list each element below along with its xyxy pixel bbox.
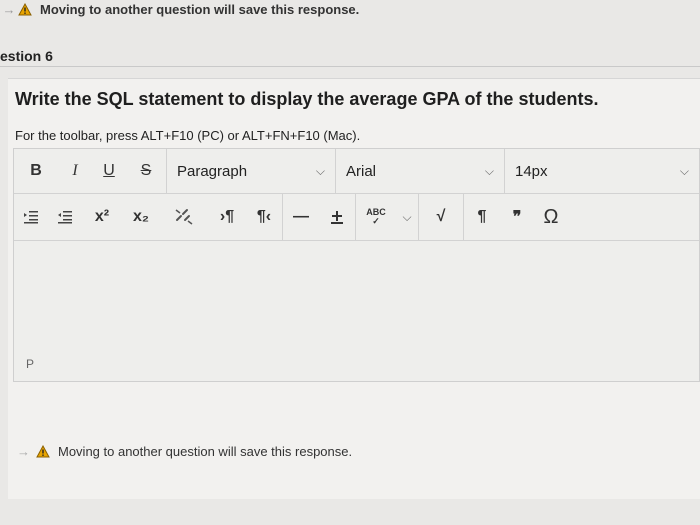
- show-blocks-button[interactable]: ¶: [464, 208, 500, 226]
- save-warning-bottom: → Moving to another question will save t…: [0, 444, 352, 459]
- warning-icon: [18, 2, 32, 15]
- horizontal-line-icon[interactable]: —: [283, 208, 319, 226]
- size-dropdown[interactable]: 14px ⌵: [505, 149, 699, 193]
- toolbar-hint: For the toolbar, press ALT+F10 (PC) or A…: [15, 128, 361, 143]
- bold-button[interactable]: B: [14, 162, 58, 180]
- rtl-paragraph-icon[interactable]: ¶‹: [246, 208, 282, 226]
- arrow-icon: →: [2, 1, 16, 17]
- superscript-button[interactable]: x²: [82, 208, 122, 226]
- toolbar-row-2: x² x₂ ›¶ ¶‹ — ABC ✓ ⌵ √ ¶ ❞ Ω: [14, 194, 699, 241]
- underline-button[interactable]: U: [92, 162, 126, 180]
- editor-content-area[interactable]: P: [14, 241, 699, 381]
- check-icon: ✓: [372, 216, 380, 226]
- arrow-icon: →: [17, 444, 30, 459]
- subscript-button[interactable]: x₂: [122, 208, 160, 226]
- insert-icon[interactable]: [319, 209, 355, 225]
- warning-text: Moving to another question will save thi…: [40, 1, 360, 17]
- strikethrough-button[interactable]: S: [126, 162, 166, 180]
- question-label: estion 6: [0, 48, 53, 64]
- unlink-icon[interactable]: [160, 208, 208, 226]
- rich-text-editor: B I U S Paragraph ⌵ Arial ⌵ 14px ⌵ x² x₂: [13, 148, 700, 382]
- paragraph-dropdown[interactable]: Paragraph ⌵: [167, 149, 335, 193]
- warning-icon: [36, 445, 50, 458]
- special-character-button[interactable]: Ω: [534, 206, 568, 229]
- blockquote-button[interactable]: ❞: [500, 207, 534, 227]
- element-path: P: [26, 357, 35, 371]
- spellcheck-button[interactable]: ABC ✓: [356, 208, 396, 226]
- chevron-down-icon: ⌵: [679, 163, 689, 178]
- math-icon[interactable]: √: [419, 208, 463, 226]
- divider: [0, 66, 700, 67]
- chevron-down-icon: ⌵: [484, 163, 494, 178]
- size-value: 14px: [515, 162, 548, 180]
- font-dropdown[interactable]: Arial ⌵: [336, 149, 504, 193]
- warning-text: Moving to another question will save thi…: [58, 444, 353, 459]
- toolbar-row-1: B I U S Paragraph ⌵ Arial ⌵ 14px ⌵: [14, 149, 699, 194]
- indent-icon[interactable]: [14, 210, 48, 224]
- question-text: Write the SQL statement to display the a…: [15, 89, 599, 109]
- outdent-icon[interactable]: [48, 210, 82, 224]
- chevron-down-icon[interactable]: ⌵: [396, 210, 418, 225]
- chevron-down-icon: ⌵: [315, 163, 325, 178]
- italic-button[interactable]: I: [58, 162, 92, 180]
- font-value: Arial: [346, 162, 377, 180]
- paragraph-value: Paragraph: [177, 162, 248, 180]
- ltr-paragraph-icon[interactable]: ›¶: [208, 208, 246, 226]
- save-warning-top: → Moving to another question will save t…: [0, 0, 360, 18]
